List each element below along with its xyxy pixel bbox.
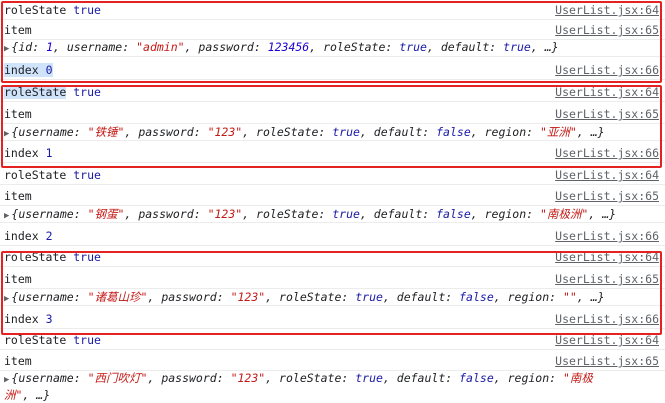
log-text: item xyxy=(4,189,32,203)
source-link[interactable]: UserList.jsx:64 xyxy=(555,3,659,17)
source-link[interactable]: UserList.jsx:65 xyxy=(555,189,659,203)
log-row-rolestate: roleState true UserList.jsx:64 xyxy=(0,82,665,102)
log-text: item xyxy=(4,354,32,368)
source-link[interactable]: UserList.jsx:65 xyxy=(555,23,659,37)
source-link[interactable]: UserList.jsx:66 xyxy=(555,312,659,326)
log-text: index 3 xyxy=(4,312,53,326)
log-text: index 0 xyxy=(4,63,53,77)
log-row-rolestate: roleState true UserList.jsx:64 xyxy=(0,165,665,185)
log-text: item xyxy=(4,23,32,37)
source-link[interactable]: UserList.jsx:64 xyxy=(555,250,659,264)
object-preview[interactable]: ▶ {username: "西门吹灯", password: "123", rol… xyxy=(4,371,604,403)
log-text: roleState true xyxy=(4,3,101,17)
log-text: roleState true xyxy=(4,333,101,347)
log-text: index 1 xyxy=(4,146,53,160)
log-row-index: index 1 UserList.jsx:66 xyxy=(0,143,665,163)
log-row-rolestate: roleState true UserList.jsx:64 xyxy=(0,330,665,350)
expand-triangle-icon[interactable]: ▶ xyxy=(4,294,9,304)
log-row-index: index 2 UserList.jsx:66 xyxy=(0,226,665,246)
expand-triangle-icon[interactable]: ▶ xyxy=(4,375,9,385)
log-row-index: index 3 UserList.jsx:66 xyxy=(0,309,665,329)
source-link[interactable]: UserList.jsx:65 xyxy=(555,272,659,286)
log-text: roleState true xyxy=(4,85,101,99)
source-link[interactable]: UserList.jsx:64 xyxy=(555,333,659,347)
log-text: roleState true xyxy=(4,168,101,182)
log-row-object[interactable]: ▶ {id: 1, username: "admin", password: 12… xyxy=(0,37,665,57)
expand-triangle-icon[interactable]: ▶ xyxy=(4,129,9,139)
source-link[interactable]: UserList.jsx:66 xyxy=(555,63,659,77)
object-preview[interactable]: ▶ {id: 1, username: "admin", password: 12… xyxy=(4,40,559,54)
log-row-rolestate: roleState true UserList.jsx:64 xyxy=(0,0,665,20)
log-row-rolestate: roleState true UserList.jsx:64 xyxy=(0,247,665,267)
object-preview[interactable]: ▶ {username: "诸葛山珍", password: "123", rol… xyxy=(4,289,605,305)
source-link[interactable]: UserList.jsx:66 xyxy=(555,229,659,243)
log-text: item xyxy=(4,107,32,121)
log-row-object[interactable]: ▶ {username: "诸葛山珍", password: "123", rol… xyxy=(0,286,665,306)
object-preview[interactable]: ▶ {username: "钢蛋", password: "123", roleS… xyxy=(4,206,616,222)
source-link[interactable]: UserList.jsx:65 xyxy=(555,107,659,121)
expand-triangle-icon[interactable]: ▶ xyxy=(4,44,9,54)
source-link[interactable]: UserList.jsx:65 xyxy=(555,354,659,368)
log-text: roleState true xyxy=(4,250,101,264)
expand-triangle-icon[interactable]: ▶ xyxy=(4,211,9,221)
object-preview[interactable]: ▶ {username: "铁锤", password: "123", roleS… xyxy=(4,124,605,140)
source-link[interactable]: UserList.jsx:64 xyxy=(555,168,659,182)
log-row-index: index 0 UserList.jsx:66 xyxy=(0,60,665,80)
log-text: index 2 xyxy=(4,229,53,243)
source-link[interactable]: UserList.jsx:64 xyxy=(555,85,659,99)
source-link[interactable]: UserList.jsx:66 xyxy=(555,146,659,160)
log-row-object[interactable]: ▶ {username: "钢蛋", password: "123", roleS… xyxy=(0,203,665,223)
log-row-object[interactable]: ▶ {username: "铁锤", password: "123", roleS… xyxy=(0,121,665,141)
log-row-object[interactable]: ▶ {username: "西门吹灯", password: "123", rol… xyxy=(0,368,665,403)
log-text: item xyxy=(4,272,32,286)
